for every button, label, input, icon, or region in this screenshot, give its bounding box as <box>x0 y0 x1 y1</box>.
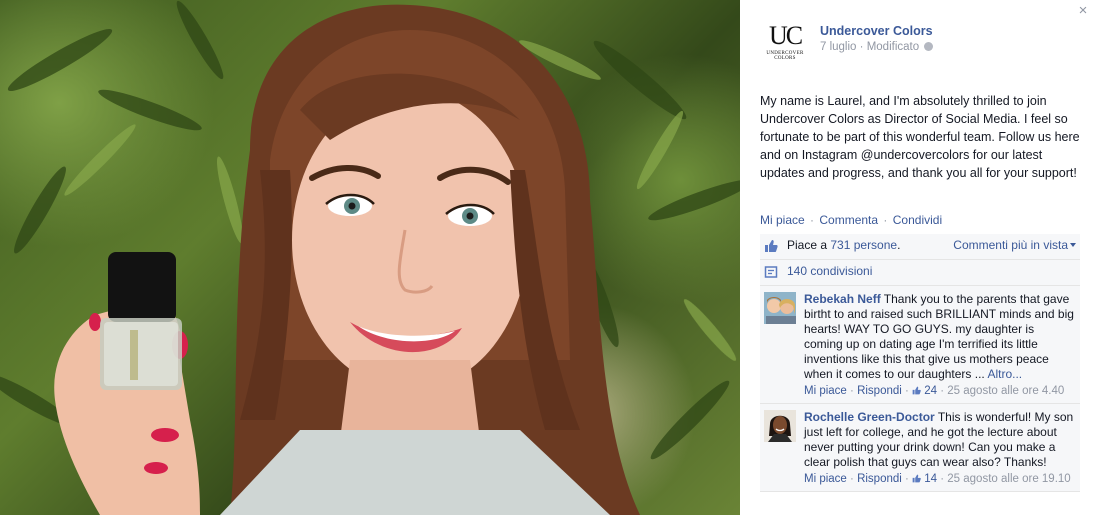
shares-row: 140 condivisioni <box>760 260 1080 286</box>
like-button[interactable]: Mi piace <box>760 213 805 227</box>
meta-separator: · <box>901 473 913 485</box>
post-side-panel: × UC UNDERCOVER COLORS Undercover Colors… <box>740 0 1099 515</box>
comment-likes-count: 24 <box>924 385 938 397</box>
comment-meta: Mi piace · Rispondi · 14 · 25 agosto all… <box>804 472 1074 487</box>
comment-author-link[interactable]: Rochelle Green-Doctor <box>804 410 935 424</box>
post-date[interactable]: 7 luglio <box>820 41 856 53</box>
avatar-picture <box>764 410 796 442</box>
meta-separator: · <box>859 41 864 53</box>
comment-item: Rebekah Neff Thank you to the parents th… <box>760 286 1080 404</box>
comment-order-dropdown[interactable]: Commenti più in vista <box>953 238 1076 252</box>
likes-count-link[interactable]: 731 persone <box>830 238 897 252</box>
comment-author-link[interactable]: Rebekah Neff <box>804 292 881 306</box>
commenter-avatar[interactable] <box>764 410 796 442</box>
feedback-box: Piace a 731 persone. Commenti più in vis… <box>760 234 1080 492</box>
post-meta: 7 luglio · Modificato <box>820 41 934 53</box>
comment-timestamp[interactable]: 25 agosto alle ore 4.40 <box>947 385 1064 397</box>
photo-illustration <box>0 0 740 515</box>
likes-row: Piace a 731 persone. Commenti più in vis… <box>760 234 1080 260</box>
action-separator: · <box>810 213 815 227</box>
share-icon <box>764 266 778 278</box>
page-logo-text: UC <box>768 21 803 50</box>
comment-likes-link[interactable]: 14 <box>912 473 937 485</box>
comment-likes-count: 14 <box>924 473 938 485</box>
commenter-avatar[interactable] <box>764 292 796 324</box>
page-logo-subtext-2: COLORS <box>774 56 796 61</box>
likes-suffix: . <box>897 238 901 252</box>
comment-like-button[interactable]: Mi piace <box>804 385 847 397</box>
thumbs-up-icon <box>912 386 921 395</box>
comment-like-button[interactable]: Mi piace <box>804 473 847 485</box>
comment-order-label: Commenti più in vista <box>953 238 1068 252</box>
meta-separator: · <box>846 473 858 485</box>
comment-timestamp[interactable]: 25 agosto alle ore 19.10 <box>947 473 1070 485</box>
post-actions: Mi piace · Commenta · Condividi <box>760 213 942 227</box>
close-icon[interactable]: × <box>1075 3 1091 19</box>
comment-meta: Mi piace · Rispondi · 24 · 25 agosto all… <box>804 384 1074 399</box>
post-photo[interactable] <box>0 0 740 515</box>
globe-icon[interactable] <box>924 42 934 51</box>
comment-item: Rochelle Green-Doctor This is wonderful!… <box>760 404 1080 492</box>
action-separator: · <box>883 213 888 227</box>
thumbs-up-icon <box>912 474 921 483</box>
page-avatar[interactable]: UC UNDERCOVER COLORS <box>760 21 810 71</box>
comment-likes-link[interactable]: 24 <box>912 385 937 397</box>
meta-separator: · <box>937 473 948 485</box>
chevron-down-icon <box>1070 243 1076 247</box>
edited-label[interactable]: Modificato <box>867 41 919 53</box>
comment-reply-button[interactable]: Rispondi <box>857 385 902 397</box>
shares-count-link[interactable]: 140 condivisioni <box>787 264 872 278</box>
likes-prefix: Piace a <box>787 238 831 252</box>
meta-separator: · <box>846 385 858 397</box>
comment-body: Rochelle Green-Doctor This is wonderful!… <box>804 404 1080 491</box>
see-more-link[interactable]: Altro... <box>987 367 1022 381</box>
comment-button[interactable]: Commenta <box>819 213 878 227</box>
page-name-link[interactable]: Undercover Colors <box>820 24 933 38</box>
comment-reply-button[interactable]: Rispondi <box>857 473 902 485</box>
likes-text: Piace a 731 persone. <box>787 238 900 252</box>
post-message: My name is Laurel, and I'm absolutely th… <box>760 94 1080 180</box>
share-button[interactable]: Condividi <box>893 213 942 227</box>
meta-separator: · <box>937 385 948 397</box>
comment-body: Rebekah Neff Thank you to the parents th… <box>804 286 1080 403</box>
thumbs-up-icon <box>765 240 778 252</box>
meta-separator: · <box>901 385 913 397</box>
avatar-picture <box>764 292 796 324</box>
